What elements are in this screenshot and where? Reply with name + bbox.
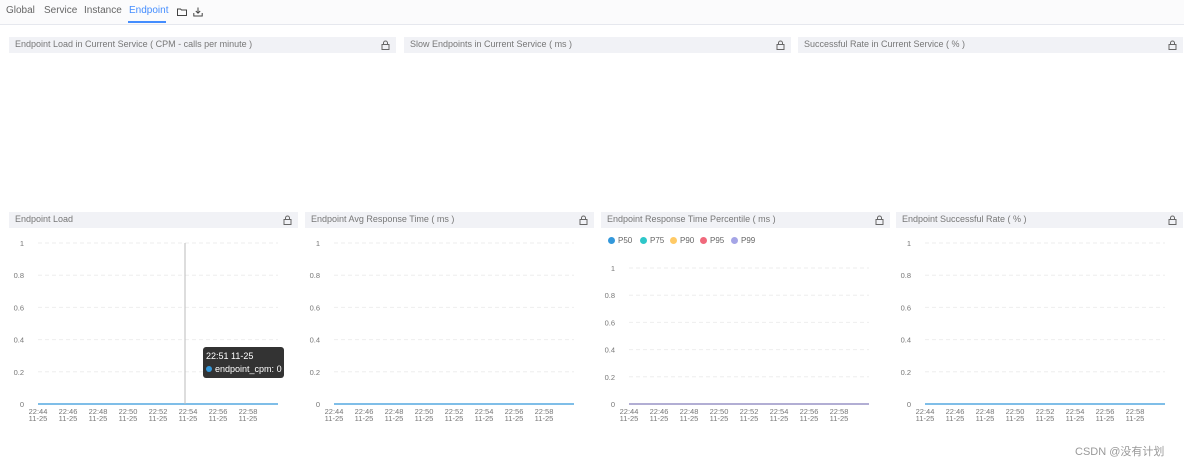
legend-item-p99[interactable]: P99 <box>731 236 755 245</box>
y-tick-label: 0 <box>907 400 911 409</box>
chart-tooltip: 22:51 11-25 endpoint_cpm: 0 <box>203 347 284 378</box>
x-tick-label: 22:44 11-25 <box>29 407 48 423</box>
y-tick-label: 0.8 <box>14 271 24 280</box>
y-tick-label: 1 <box>907 239 911 248</box>
x-tick-label: 22:44 11-25 <box>620 407 639 423</box>
x-tick-label: 22:44 11-25 <box>325 407 344 423</box>
x-tick-label: 22:52 11-25 <box>1036 407 1055 423</box>
y-tick-label: 0.8 <box>901 271 911 280</box>
y-tick-label: 1 <box>316 239 320 248</box>
y-tick-label: 0.6 <box>901 303 911 312</box>
x-tick-label: 22:54 11-25 <box>770 407 789 423</box>
y-tick-label: 0.4 <box>14 336 24 345</box>
tooltip-series: endpoint_cpm: 0 <box>206 364 282 374</box>
x-tick-label: 22:46 11-25 <box>59 407 78 423</box>
legend-item-p50[interactable]: P50 <box>608 236 632 245</box>
y-tick-label: 0.2 <box>14 368 24 377</box>
x-tick-label: 22:44 11-25 <box>916 407 935 423</box>
x-tick-label: 22:54 11-25 <box>1066 407 1085 423</box>
x-tick-label: 22:50 11-25 <box>119 407 138 423</box>
y-tick-label: 1 <box>611 264 615 273</box>
y-tick-label: 0.4 <box>605 346 615 355</box>
y-tick-label: 0.2 <box>310 368 320 377</box>
x-tick-label: 22:50 11-25 <box>415 407 434 423</box>
y-tick-label: 1 <box>20 239 24 248</box>
x-tick-label: 22:54 11-25 <box>475 407 494 423</box>
x-tick-label: 22:48 11-25 <box>976 407 995 423</box>
y-tick-label: 0.2 <box>901 368 911 377</box>
y-tick-label: 0.8 <box>310 271 320 280</box>
x-tick-label: 22:46 11-25 <box>355 407 374 423</box>
x-tick-label: 22:52 11-25 <box>445 407 464 423</box>
y-tick-label: 0.6 <box>310 303 320 312</box>
line-chart-0: 1 0.8 0.6 0.4 0.2 0 22:44 11-25 22:46 11-25 22:48 1… <box>14 239 278 423</box>
x-tick-label: 22:56 11-25 <box>505 407 524 423</box>
y-tick-label: 0.2 <box>605 373 615 382</box>
charts-canvas: 1 0.8 0.6 0.4 0.2 0 22:44 11-25 22:46 11-25 22:48 1… <box>14 239 1165 423</box>
legend-item-p75[interactable]: P75 <box>640 236 664 245</box>
x-tick-label: 22:48 11-25 <box>680 407 699 423</box>
y-tick-label: 0 <box>20 400 24 409</box>
x-tick-label: 22:52 11-25 <box>740 407 759 423</box>
line-chart-3: 1 0.8 0.6 0.4 0.2 0 22:44 11-25 22:46 11-25 22:48 1… <box>901 239 1165 423</box>
y-tick-label: 0.4 <box>310 336 320 345</box>
x-tick-label: 22:56 11-25 <box>1096 407 1115 423</box>
x-tick-label: 22:58 11-25 <box>830 407 849 423</box>
y-tick-label: 0.4 <box>901 336 911 345</box>
x-tick-label: 22:48 11-25 <box>89 407 108 423</box>
x-tick-label: 22:50 11-25 <box>1006 407 1025 423</box>
x-tick-label: 22:46 11-25 <box>650 407 669 423</box>
x-tick-label: 22:58 11-25 <box>535 407 554 423</box>
y-tick-label: 0.6 <box>605 318 615 327</box>
x-tick-label: 22:50 11-25 <box>710 407 729 423</box>
y-tick-label: 0 <box>611 400 615 409</box>
x-tick-label: 22:58 11-25 <box>239 407 258 423</box>
tooltip-time: 22:51 11-25 <box>206 351 254 361</box>
x-tick-label: 22:48 11-25 <box>385 407 404 423</box>
line-chart-2: 1 0.8 0.6 0.4 0.2 0 22:44 11-25 22:46 11-25 22:48 1… <box>605 264 869 423</box>
y-tick-label: 0 <box>316 400 320 409</box>
x-tick-label: 22:52 11-25 <box>149 407 168 423</box>
x-tick-label: 22:56 11-25 <box>800 407 819 423</box>
x-tick-label: 22:46 11-25 <box>946 407 965 423</box>
x-tick-label: 22:58 11-25 <box>1126 407 1145 423</box>
legend-item-p90[interactable]: P90 <box>670 236 694 245</box>
y-tick-label: 0.8 <box>605 291 615 300</box>
legend-item-p95[interactable]: P95 <box>700 236 724 245</box>
y-tick-label: 0.6 <box>14 303 24 312</box>
x-tick-label: 22:56 11-25 <box>209 407 228 423</box>
x-tick-label: 22:54 11-25 <box>179 407 198 423</box>
line-chart-1: 1 0.8 0.6 0.4 0.2 0 22:44 11-25 22:46 11-25 22:48 1… <box>310 239 574 423</box>
watermark: CSDN @没有计划 <box>1075 446 1165 458</box>
